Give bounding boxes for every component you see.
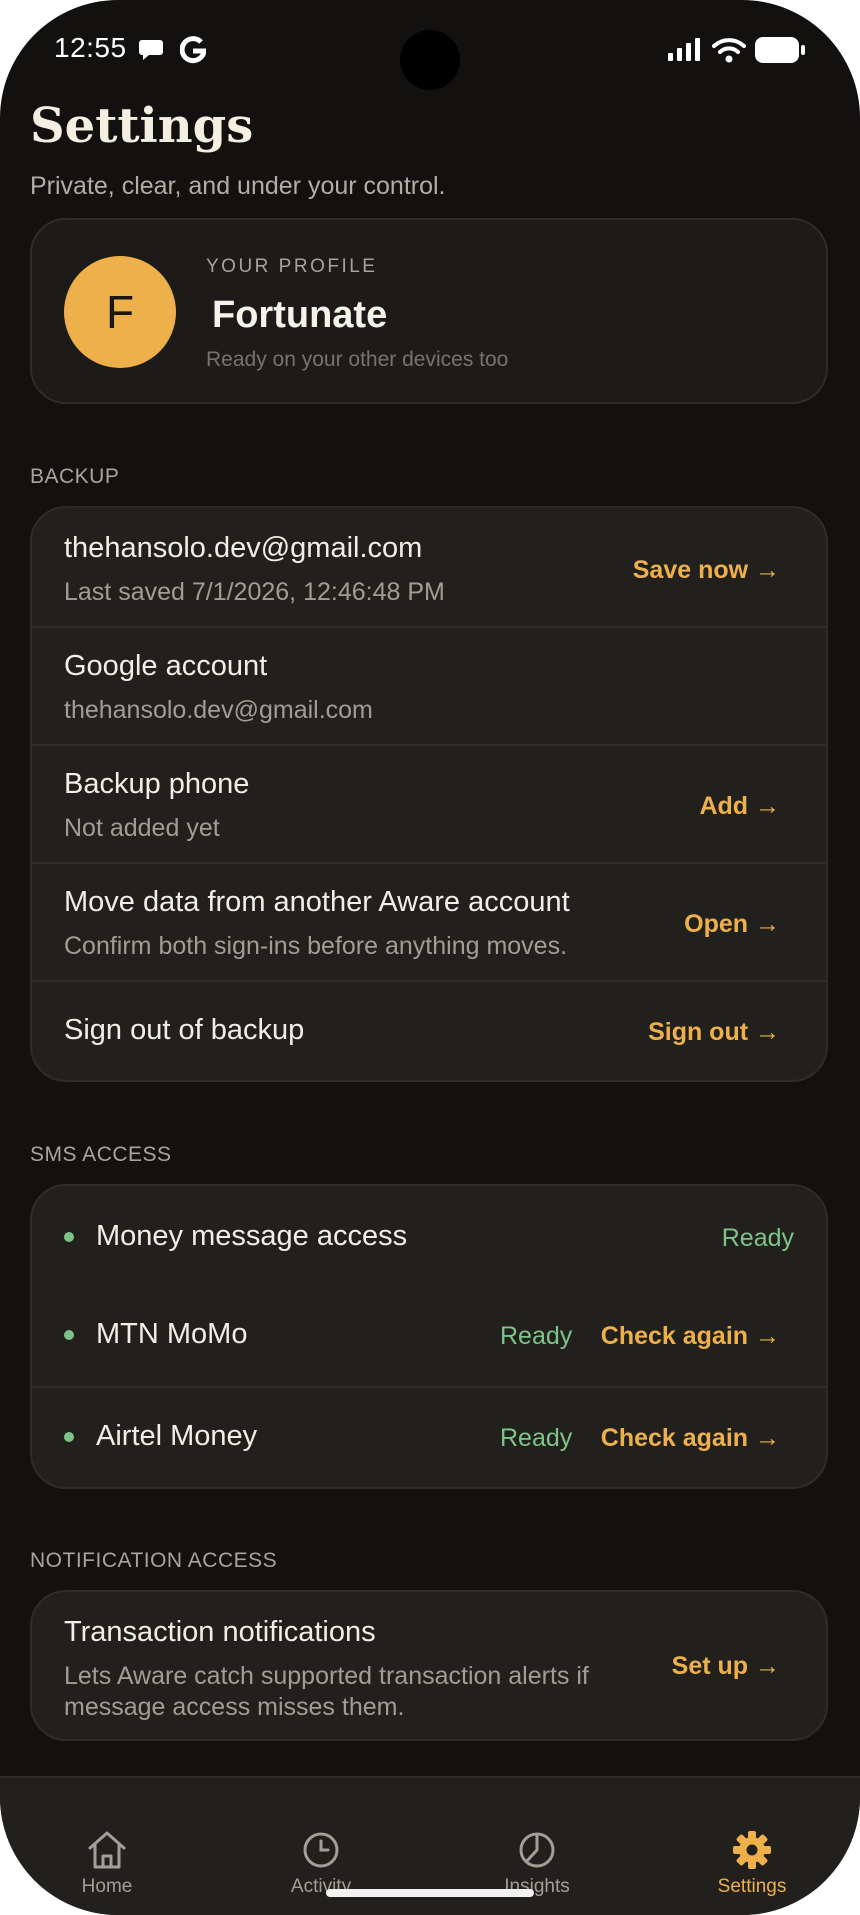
- page-subtitle: Private, clear, and under your control.: [30, 172, 446, 200]
- airtel-money-title: Airtel Money: [96, 1420, 258, 1452]
- avatar: F: [64, 256, 176, 368]
- battery-icon: [755, 37, 805, 63]
- status-dot: [64, 1330, 74, 1340]
- status-time: 12:55: [54, 32, 127, 63]
- move-data-title: Move data from another Aware account: [64, 886, 570, 918]
- save-now-button[interactable]: Save now →: [633, 556, 780, 585]
- notification-subtitle-line2: message access misses them.: [64, 1693, 405, 1721]
- google-g-icon: [180, 36, 206, 64]
- notification-row: Transaction notifications Lets Aware cat…: [32, 1592, 826, 1743]
- notification-subtitle-line1: Lets Aware catch supported transaction a…: [64, 1662, 589, 1690]
- status-dot: [64, 1232, 74, 1242]
- nav-item-home[interactable]: Home: [27, 1778, 187, 1915]
- pie-chart-icon: [519, 1832, 555, 1868]
- backup-phone-status: Not added yet: [64, 814, 220, 842]
- backup-phone-title: Backup phone: [64, 768, 250, 800]
- mtn-momo-title: MTN MoMo: [96, 1318, 248, 1350]
- set-up-button[interactable]: Set up →: [672, 1652, 780, 1681]
- sign-out-title: Sign out of backup: [64, 1014, 305, 1046]
- sms-row-mtn-momo: MTN MoMo Ready Check again →: [32, 1284, 826, 1388]
- sms-section-label: SMS ACCESS: [30, 1143, 172, 1166]
- airtel-money-status: Ready: [500, 1424, 573, 1452]
- profile-card[interactable]: F YOUR PROFILE Fortunate Ready on your o…: [30, 218, 828, 404]
- last-saved-text: Last saved 7/1/2026, 12:46:48 PM: [64, 578, 445, 606]
- profile-subtitle: Ready on your other devices too: [206, 348, 509, 371]
- google-account-title: Google account: [64, 650, 268, 682]
- profile-label: YOUR PROFILE: [206, 256, 378, 277]
- nav-label-home: Home: [81, 1876, 133, 1897]
- clock-icon: [303, 1832, 339, 1868]
- gear-icon: [733, 1831, 771, 1869]
- add-phone-button[interactable]: Add →: [699, 792, 780, 821]
- money-message-access-title: Money message access: [96, 1220, 408, 1252]
- backup-row-sign-out: Sign out of backup Sign out →: [32, 980, 826, 1084]
- nav-item-settings[interactable]: Settings: [672, 1778, 832, 1915]
- signal-icon: [668, 38, 700, 61]
- backup-row-google-account: Google account thehansolo.dev@gmail.com: [32, 626, 826, 746]
- chat-bubble-icon: [139, 40, 163, 60]
- money-message-status: Ready: [721, 1224, 794, 1252]
- open-move-data-button[interactable]: Open →: [684, 910, 780, 939]
- profile-name: Fortunate: [212, 294, 388, 336]
- status-dot: [64, 1432, 74, 1442]
- nav-label-settings: Settings: [717, 1876, 787, 1897]
- page-title: Settings: [30, 98, 254, 154]
- notification-section-label: NOTIFICATION ACCESS: [30, 1549, 278, 1572]
- backup-card: thehansolo.dev@gmail.com Last saved 7/1/…: [30, 506, 828, 1082]
- backup-row-account: thehansolo.dev@gmail.com Last saved 7/1/…: [32, 508, 826, 628]
- move-data-subtitle: Confirm both sign-ins before anything mo…: [64, 932, 568, 960]
- backup-row-move-data: Move data from another Aware account Con…: [32, 862, 826, 982]
- sms-row-money-message: Money message access Ready: [32, 1186, 826, 1284]
- transaction-notifications-title: Transaction notifications: [64, 1616, 376, 1648]
- sign-out-button[interactable]: Sign out →: [648, 1018, 780, 1047]
- sms-row-airtel-money: Airtel Money Ready Check again →: [32, 1386, 826, 1489]
- home-indicator: [326, 1889, 534, 1897]
- sms-access-card: Money message access Ready MTN MoMo Read…: [30, 1184, 828, 1489]
- home-icon: [88, 1831, 126, 1869]
- google-account-email: thehansolo.dev@gmail.com: [64, 696, 373, 724]
- status-bar: 12:55: [0, 0, 860, 100]
- phone-screen: 12:55 Settings Private, clear, and under…: [0, 0, 860, 1915]
- notification-access-card: Transaction notifications Lets Aware cat…: [30, 1590, 828, 1741]
- backup-row-phone: Backup phone Not added yet Add →: [32, 744, 826, 864]
- wifi-icon: [712, 38, 746, 63]
- backup-section-label: BACKUP: [30, 465, 120, 488]
- backup-email: thehansolo.dev@gmail.com: [64, 532, 423, 564]
- airtel-check-again-button[interactable]: Check again →: [601, 1424, 780, 1453]
- mtn-momo-status: Ready: [500, 1322, 573, 1350]
- front-camera: [400, 30, 460, 90]
- mtn-check-again-button[interactable]: Check again →: [601, 1322, 780, 1351]
